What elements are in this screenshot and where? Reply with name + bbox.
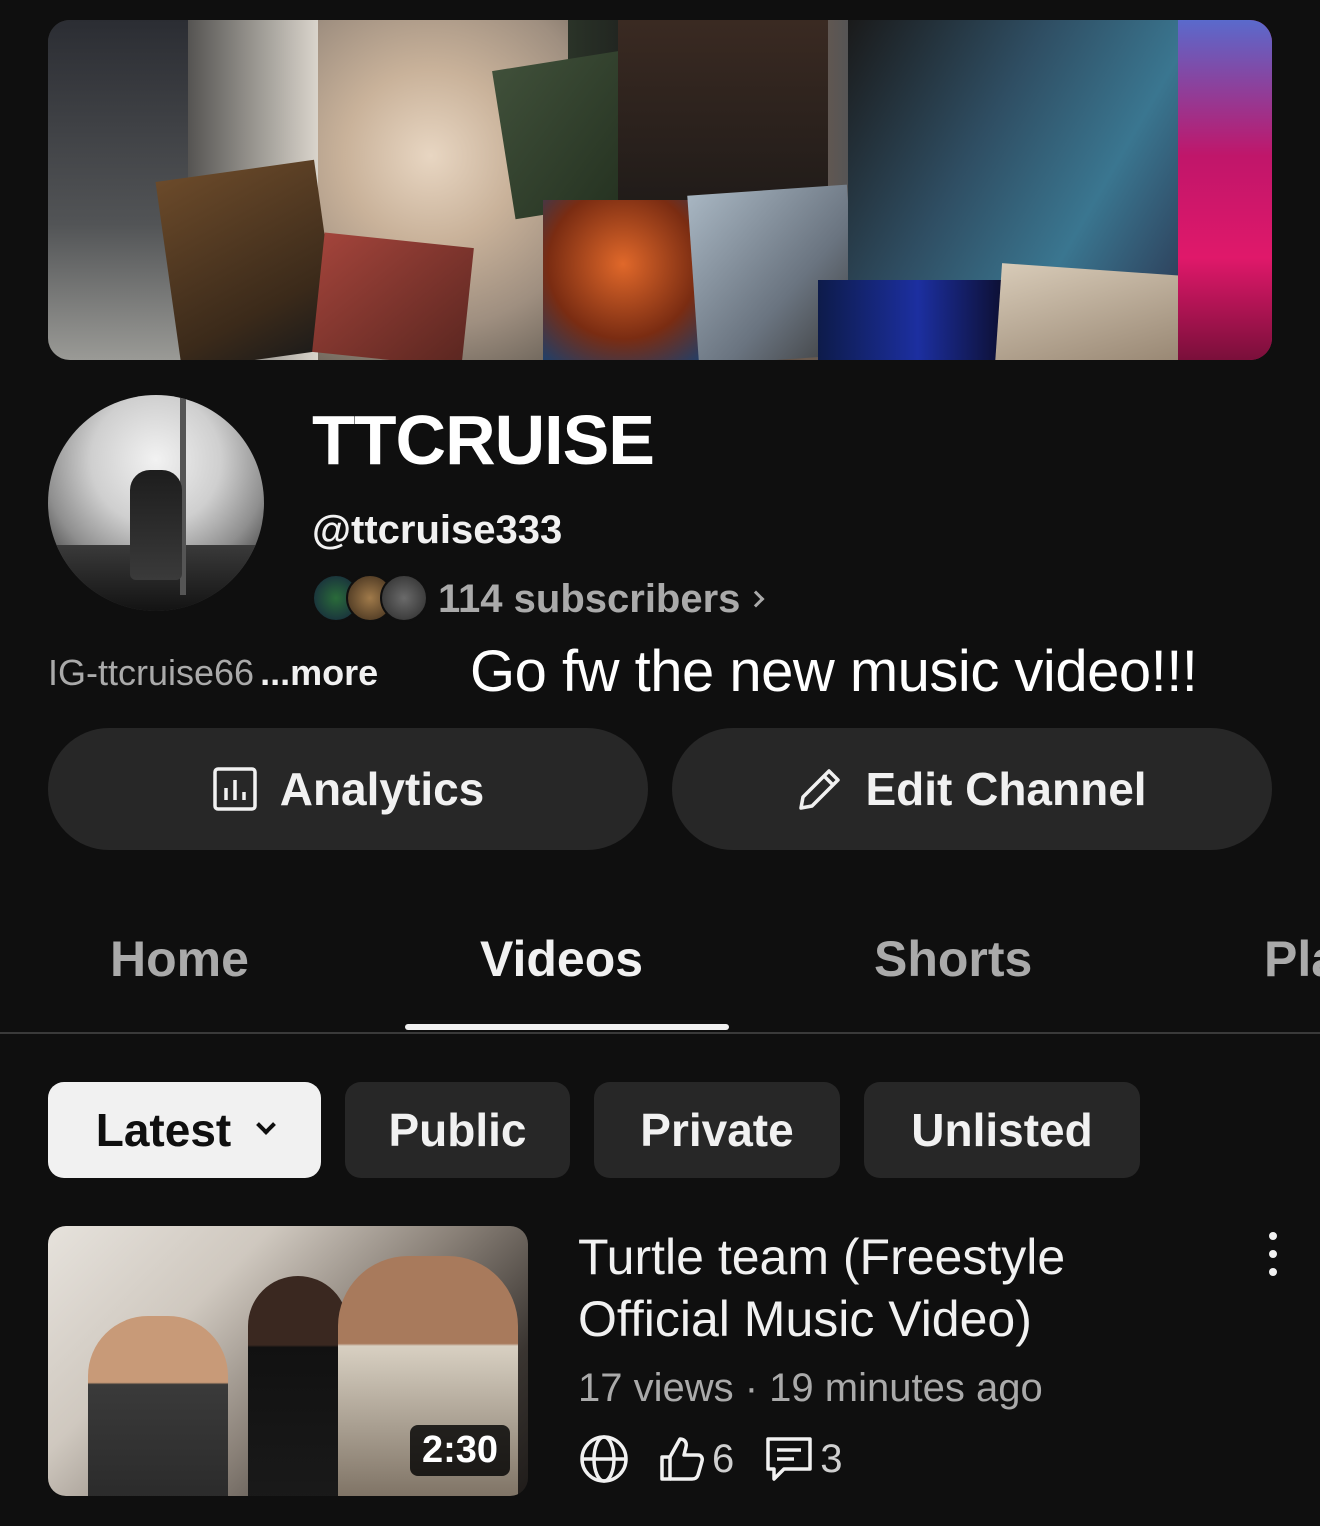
comment-icon xyxy=(766,1437,812,1481)
tab-playlists[interactable]: Pla xyxy=(1264,930,1320,988)
analytics-label: Analytics xyxy=(279,763,485,815)
subscriber-avatar xyxy=(380,574,428,622)
filter-latest-label: Latest xyxy=(95,1104,232,1156)
comments-stat: 3 xyxy=(764,1435,843,1483)
video-title[interactable]: Turtle team (Freestyle Official Music Vi… xyxy=(578,1226,1198,1350)
filter-public[interactable]: Public xyxy=(345,1082,570,1178)
likes-stat: 6 xyxy=(658,1435,734,1483)
subscribers-row[interactable]: 114 subscribers xyxy=(312,574,765,624)
channel-name: TTCRUISE xyxy=(312,401,655,479)
analytics-button[interactable]: Analytics xyxy=(48,728,648,850)
channel-handle: @ttcruise333 xyxy=(312,508,563,552)
video-duration: 2:30 xyxy=(409,1425,510,1476)
globe-icon xyxy=(580,1435,628,1483)
video-meta: 17 views · 19 minutes ago xyxy=(578,1366,1043,1411)
video-age: 19 minutes ago xyxy=(769,1366,1043,1410)
chevron-right-icon xyxy=(747,590,765,608)
tab-videos[interactable]: Videos xyxy=(480,930,643,988)
subscriber-count: 114 subscribers xyxy=(438,576,741,621)
channel-tabs: Home Videos Shorts Pla xyxy=(0,900,1320,1034)
edit-channel-label: Edit Channel xyxy=(865,763,1147,815)
subscriber-avatars xyxy=(312,574,428,624)
description-text: IG-ttcruise66 xyxy=(48,652,255,693)
video-stats: 6 3 xyxy=(578,1432,843,1486)
filter-unlisted[interactable]: Unlisted xyxy=(864,1082,1140,1178)
channel-banner xyxy=(48,20,1272,360)
filter-latest-dropdown[interactable]: Latest xyxy=(48,1082,321,1178)
meta-separator: · xyxy=(733,1366,770,1410)
tab-home[interactable]: Home xyxy=(110,930,249,988)
channel-description[interactable]: IG-ttcruise66 ...more xyxy=(48,652,378,694)
chevron-down-icon xyxy=(256,1115,277,1135)
edit-channel-button[interactable]: Edit Channel xyxy=(672,728,1272,850)
thumbs-up-icon xyxy=(660,1437,704,1481)
more-link[interactable]: ...more xyxy=(260,652,378,693)
active-tab-indicator xyxy=(405,1024,729,1030)
video-thumbnail[interactable]: 2:30 xyxy=(48,1226,528,1496)
overlay-caption: Go fw the new music video!!! xyxy=(470,639,1198,704)
likes-count: 6 xyxy=(712,1436,735,1481)
tab-shorts[interactable]: Shorts xyxy=(874,930,1032,988)
more-options-icon[interactable] xyxy=(1258,1232,1288,1276)
pencil-icon xyxy=(799,769,841,810)
comments-count: 3 xyxy=(820,1436,843,1481)
analytics-icon xyxy=(212,767,257,811)
channel-avatar[interactable] xyxy=(48,395,264,611)
filter-private[interactable]: Private xyxy=(594,1082,840,1178)
video-views: 17 views xyxy=(578,1366,734,1410)
